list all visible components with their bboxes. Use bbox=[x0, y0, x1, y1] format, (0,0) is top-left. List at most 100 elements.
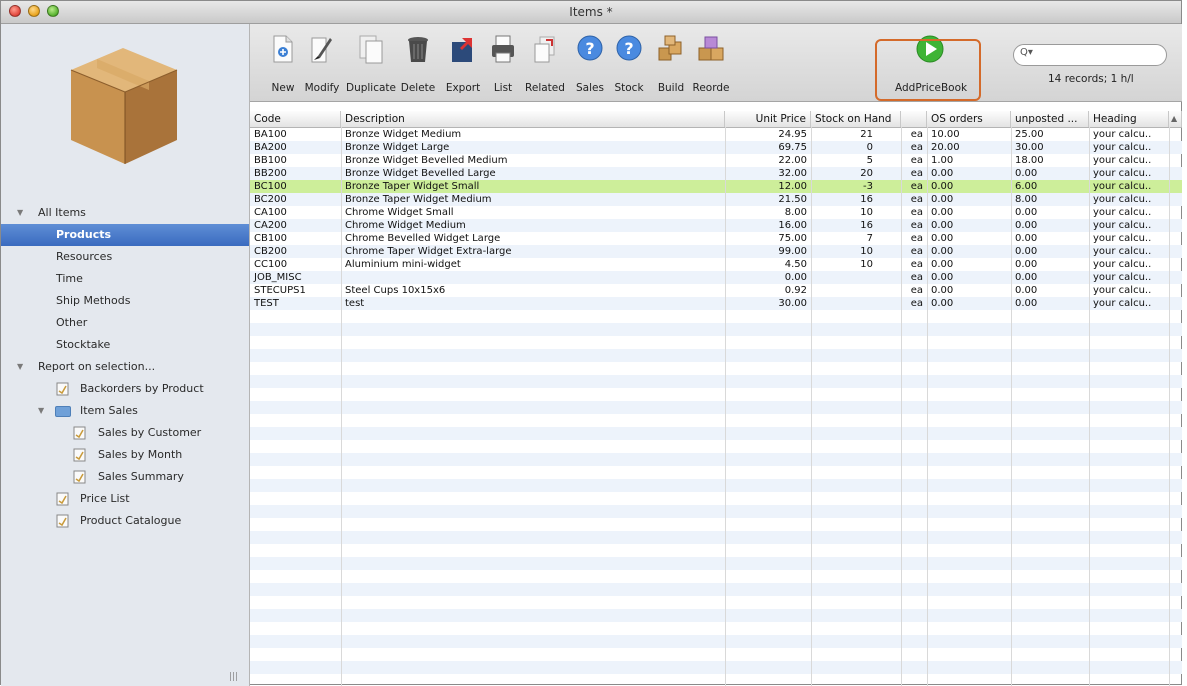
cell-stock-on-hand: -3 bbox=[863, 181, 873, 192]
column-header-heading[interactable]: Heading bbox=[1089, 111, 1169, 127]
cell-description: Chrome Taper Widget Extra-large bbox=[345, 246, 512, 257]
cell-os-orders: 0.00 bbox=[931, 168, 954, 179]
disclosure-triangle-icon[interactable]: ▼ bbox=[17, 356, 23, 378]
add-price-book-highlight bbox=[875, 39, 981, 101]
sidebar-item-time[interactable]: Time bbox=[1, 268, 249, 290]
report-doc-icon bbox=[56, 492, 69, 506]
cell-code: CB100 bbox=[254, 233, 287, 244]
table-row[interactable]: CA200 Chrome Widget Medium 16.00 16 ea 0.00 0.… bbox=[250, 219, 1182, 232]
sidebar-item-label: Ship Methods bbox=[56, 294, 131, 307]
reorder-button[interactable]: Reorde bbox=[693, 34, 729, 94]
cell-code: BB100 bbox=[254, 155, 287, 166]
delete-button[interactable]: Delete bbox=[400, 34, 436, 94]
table-row[interactable]: CB100 Chrome Bevelled Widget Large 75.00 7 e… bbox=[250, 232, 1182, 245]
table-row[interactable]: BC200 Bronze Taper Widget Medium 21.50 16 ea… bbox=[250, 193, 1182, 206]
column-header-os-orders[interactable]: OS orders bbox=[927, 111, 1011, 127]
column-header-code[interactable]: Code bbox=[250, 111, 341, 127]
cell-unit: ea bbox=[910, 220, 923, 231]
sidebar-item-resources[interactable]: Resources bbox=[1, 246, 249, 268]
empty-table-row bbox=[250, 453, 1182, 466]
sidebar-resize-handle[interactable]: ||| bbox=[229, 672, 238, 682]
sidebar-group-label: All Items bbox=[38, 206, 86, 219]
reorder-button-label: Reorde bbox=[692, 82, 730, 94]
cell-unposted: 8.00 bbox=[1015, 194, 1038, 205]
cell-code: TEST bbox=[254, 298, 279, 309]
sidebar-item-stocktake[interactable]: Stocktake bbox=[1, 334, 249, 356]
sidebar-item-products[interactable]: Products bbox=[1, 224, 249, 246]
report-sales-by-customer[interactable]: Sales by Customer bbox=[1, 422, 249, 444]
search-field[interactable]: Q▾ bbox=[1013, 44, 1167, 66]
search-icon[interactable]: Q▾ bbox=[1020, 47, 1033, 58]
sidebar-group-all-items[interactable]: ▼ All Items bbox=[1, 202, 249, 224]
cell-stock-on-hand: 5 bbox=[866, 155, 873, 166]
cell-os-orders: 0.00 bbox=[931, 272, 954, 283]
table-row[interactable]: BB100 Bronze Widget Bevelled Medium 22.00 5… bbox=[250, 154, 1182, 167]
table-row[interactable]: BA200 Bronze Widget Large 69.75 0 ea 20.00 30.… bbox=[250, 141, 1182, 154]
cell-os-orders: 0.00 bbox=[931, 181, 954, 192]
table-row[interactable]: TEST test 30.00 ea 0.00 0.00 your calcu.. bbox=[250, 297, 1182, 310]
sidebar-group-report-on-selection[interactable]: ▼ Report on selection... bbox=[1, 356, 249, 378]
table-row[interactable]: CA100 Chrome Widget Small 8.00 10 ea 0.00 0.00… bbox=[250, 206, 1182, 219]
column-header-stock-on-hand[interactable]: Stock on Hand bbox=[811, 111, 901, 127]
new-button[interactable]: New bbox=[268, 34, 298, 94]
empty-table-row bbox=[250, 466, 1182, 479]
cell-description bbox=[341, 271, 725, 284]
empty-table-row bbox=[250, 518, 1182, 531]
report-price-list[interactable]: Price List bbox=[1, 488, 249, 510]
cell-unposted: 18.00 bbox=[1015, 155, 1044, 166]
table-row[interactable]: CB200 Chrome Taper Widget Extra-large 99.0… bbox=[250, 245, 1182, 258]
report-group-item-sales[interactable]: ▼ Item Sales bbox=[1, 400, 249, 422]
duplicate-button[interactable]: Duplicate bbox=[346, 34, 396, 94]
table-row[interactable]: JOB_MISC 0.00 ea 0.00 0.00 your calcu.. bbox=[250, 271, 1182, 284]
column-header-unposted[interactable]: unposted ... bbox=[1011, 111, 1089, 127]
empty-table-row bbox=[250, 609, 1182, 622]
scroll-up-arrow-icon[interactable]: ▲ bbox=[1169, 111, 1182, 127]
column-header-description[interactable]: Description bbox=[341, 111, 725, 127]
cell-unposted: 0.00 bbox=[1015, 272, 1038, 283]
items-window: Items * ▼ All Items Products Resources T… bbox=[0, 0, 1182, 686]
column-divider bbox=[901, 127, 902, 686]
table-row[interactable]: BC100 Bronze Taper Widget Small 12.00 -3 ea 0… bbox=[250, 180, 1182, 193]
cell-unit-price: 69.75 bbox=[778, 142, 807, 153]
table-row[interactable]: BB200 Bronze Widget Bevelled Large 32.00 20… bbox=[250, 167, 1182, 180]
sidebar-item-ship-methods[interactable]: Ship Methods bbox=[1, 290, 249, 312]
table-row[interactable]: CC100 Aluminium mini-widget 4.50 10 ea 0.00 0.… bbox=[250, 258, 1182, 271]
cell-heading: your calcu.. bbox=[1093, 285, 1152, 296]
cell-unit-price: 24.95 bbox=[778, 129, 807, 140]
help-icon: ? bbox=[616, 35, 642, 61]
list-button[interactable]: List bbox=[488, 34, 518, 94]
sidebar-item-other[interactable]: Other bbox=[1, 312, 249, 334]
new-doc-icon bbox=[273, 35, 293, 63]
export-button[interactable]: Export bbox=[445, 34, 481, 94]
column-divider bbox=[1011, 127, 1012, 686]
empty-table-row bbox=[250, 479, 1182, 492]
report-sales-summary[interactable]: Sales Summary bbox=[1, 466, 249, 488]
empty-table-row bbox=[250, 661, 1182, 674]
report-label: Sales Summary bbox=[98, 470, 184, 483]
report-backorders-by-product[interactable]: Backorders by Product bbox=[1, 378, 249, 400]
table-row[interactable]: STECUPS1 Steel Cups 10x15x6 0.92 ea 0.00 0.00… bbox=[250, 284, 1182, 297]
modify-button[interactable]: Modify bbox=[305, 34, 339, 94]
stock-button[interactable]: ? Stock bbox=[612, 34, 646, 94]
duplicate-icon bbox=[359, 35, 383, 64]
cell-description: Chrome Widget Small bbox=[345, 207, 454, 218]
cell-os-orders: 0.00 bbox=[931, 285, 954, 296]
cell-unposted: 30.00 bbox=[1015, 142, 1044, 153]
cell-stock-on-hand: 16 bbox=[860, 220, 873, 231]
column-header-unit[interactable] bbox=[901, 111, 927, 127]
cell-unit: ea bbox=[910, 207, 923, 218]
disclosure-triangle-icon[interactable]: ▼ bbox=[38, 400, 44, 422]
related-button[interactable]: Related bbox=[525, 34, 565, 94]
cell-stock-on-hand: 0 bbox=[866, 142, 873, 153]
cell-code: BA100 bbox=[254, 129, 287, 140]
sidebar-item-label: Resources bbox=[56, 250, 113, 263]
disclosure-triangle-icon[interactable]: ▼ bbox=[17, 202, 23, 224]
report-sales-by-month[interactable]: Sales by Month bbox=[1, 444, 249, 466]
cell-description: Bronze Widget Medium bbox=[345, 129, 462, 140]
cell-unposted: 0.00 bbox=[1015, 207, 1038, 218]
cell-heading: your calcu.. bbox=[1093, 298, 1152, 309]
cell-unit: ea bbox=[910, 233, 923, 244]
column-header-unit-price[interactable]: Unit Price bbox=[725, 111, 811, 127]
table-row[interactable]: BA100 Bronze Widget Medium 24.95 21 ea 10.00 2… bbox=[250, 128, 1182, 141]
report-product-catalogue[interactable]: Product Catalogue bbox=[1, 510, 249, 532]
